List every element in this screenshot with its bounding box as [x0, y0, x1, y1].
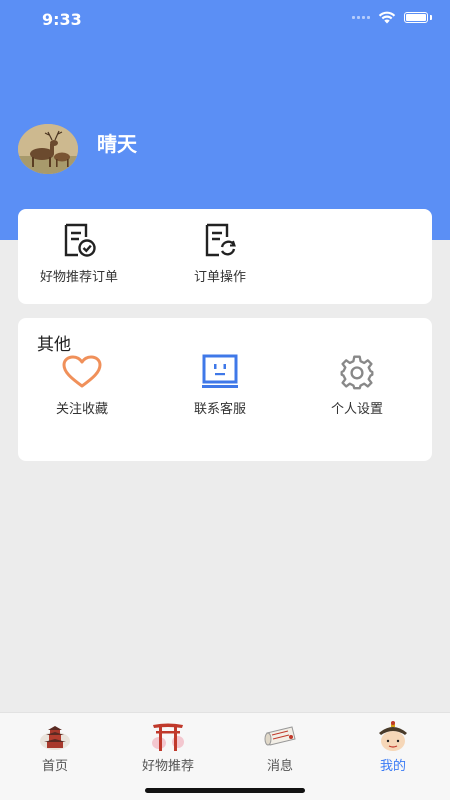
tab-label: 消息 — [266, 759, 293, 774]
tab-bar: 首页 好物推荐 消息 我的 — [0, 712, 450, 800]
torii-gate-icon — [152, 723, 184, 751]
heart-icon — [62, 355, 102, 388]
status-bar: 9:33 — [0, 0, 450, 40]
section-title: 其他 — [37, 335, 71, 355]
tab-recommend[interactable]: 好物推荐 — [118, 721, 218, 774]
signal-icon — [352, 16, 370, 19]
emperor-avatar-icon — [379, 721, 407, 751]
robot-face-icon — [202, 354, 238, 388]
tab-label: 首页 — [41, 759, 68, 774]
other-item-label: 联系客服 — [194, 402, 247, 417]
avatar[interactable] — [18, 124, 78, 174]
order-item-label: 订单操作 — [194, 270, 247, 285]
other-item-label: 关注收藏 — [56, 402, 109, 417]
pagoda-icon — [40, 726, 70, 750]
document-check-icon — [64, 223, 96, 257]
document-refresh-icon — [205, 223, 236, 257]
other-item-label: 个人设置 — [331, 402, 384, 417]
battery-icon — [404, 12, 428, 23]
status-time: 9:33 — [42, 10, 82, 29]
user-name[interactable]: 晴天 — [97, 128, 137, 157]
order-item-recommend-orders[interactable]: 好物推荐订单 — [40, 222, 118, 285]
other-item-favorites[interactable]: 关注收藏 — [56, 354, 108, 417]
scroll-icon — [264, 726, 296, 746]
gear-icon — [340, 355, 374, 390]
order-item-order-operations[interactable]: 订单操作 — [194, 222, 246, 285]
deer-avatar — [18, 124, 78, 174]
other-item-settings[interactable]: 个人设置 — [331, 354, 383, 417]
tab-messages[interactable]: 消息 — [230, 721, 330, 774]
order-item-label: 好物推荐订单 — [40, 270, 119, 285]
orders-card: 好物推荐订单 订单操作 — [18, 209, 432, 304]
tab-home[interactable]: 首页 — [5, 721, 105, 774]
other-item-customer-service[interactable]: 联系客服 — [194, 354, 246, 417]
wifi-icon — [378, 11, 396, 24]
tab-label: 我的 — [379, 759, 406, 774]
other-card: 其他 关注收藏 联系客服 个人设置 — [18, 318, 432, 461]
tab-label: 好物推荐 — [141, 759, 194, 774]
home-indicator — [145, 788, 305, 793]
tab-mine[interactable]: 我的 — [343, 721, 443, 774]
